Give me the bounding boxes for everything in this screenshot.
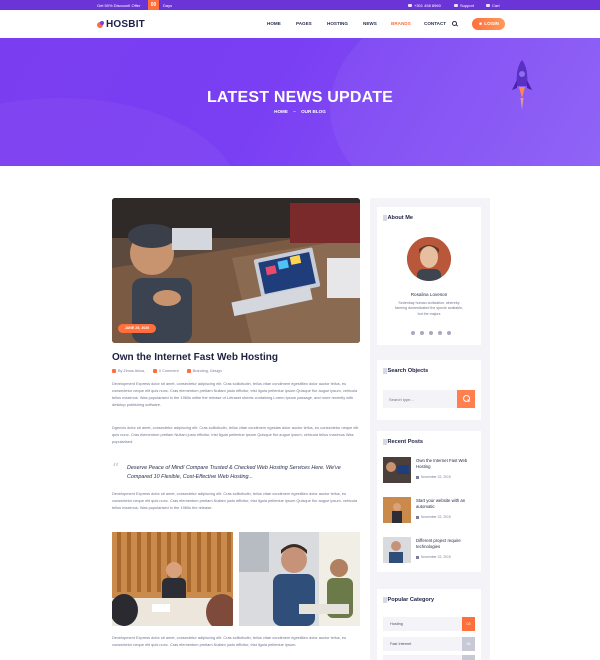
calendar-icon xyxy=(416,555,419,559)
recent-post-title: Own the Internet Fast Web Hosting xyxy=(416,458,468,469)
category-item[interactable]: Fast Internet 08 xyxy=(383,637,475,651)
recent-post-date: November 22, 2019 xyxy=(416,555,451,559)
nav-hosting[interactable]: HOSTING xyxy=(327,21,348,26)
user-icon xyxy=(112,369,116,373)
tags-label: Branding, Design xyxy=(192,369,222,373)
social-links xyxy=(411,331,451,335)
category-name: Fast Internet xyxy=(390,642,412,646)
category-name: Hosting xyxy=(390,622,403,626)
support-link[interactable]: Support xyxy=(454,3,474,8)
search-button[interactable] xyxy=(457,390,475,408)
post-gallery-image[interactable] xyxy=(112,532,233,626)
nav-news[interactable]: NEWS xyxy=(363,21,377,26)
widget-title: Search Objects xyxy=(383,368,429,374)
breadcrumb-separator: – xyxy=(293,109,296,114)
page-title: LATEST NEWS UPDATE xyxy=(206,89,394,106)
recent-post-title: Start your website with an automatic xyxy=(416,498,466,509)
login-button[interactable]: ☻ LOGIN xyxy=(472,18,505,30)
post-date-badge: JUNE 25, 2020 xyxy=(118,324,156,333)
page-hero: LATEST NEWS UPDATE HOME – OUR BLOG xyxy=(0,38,600,166)
site-logo[interactable]: HOSBIT xyxy=(97,19,145,30)
post-paragraph: Development Express dolor sit amet, cons… xyxy=(112,381,358,407)
phone-icon xyxy=(408,4,412,7)
category-widget: Popular Category Hosting 03 Fast Interne… xyxy=(377,589,481,660)
pinterest-icon[interactable] xyxy=(429,331,433,335)
facebook-icon[interactable] xyxy=(411,331,415,335)
post-author[interactable]: By Zimus Akixa, xyxy=(112,369,145,373)
post-paragraph: Dgenvis dolor sit amet, consectetur adip… xyxy=(112,425,359,444)
comments-label: 0 Comment xyxy=(159,369,179,373)
nav-pages[interactable]: PAGES xyxy=(296,21,312,26)
date-text: November 22, 2019 xyxy=(421,555,451,559)
author-label: By Zimus Akixa, xyxy=(118,369,146,373)
post-comments[interactable]: 0 Comment xyxy=(153,369,179,373)
category-item[interactable]: Hosting 03 xyxy=(383,617,475,631)
category-count: 03 xyxy=(462,617,475,631)
widget-title: Recent Posts xyxy=(383,439,423,445)
cart-text: Cart xyxy=(492,3,500,8)
promo-text: Get 50% Discount! Offer xyxy=(97,3,141,8)
countdown-label: Days xyxy=(163,3,173,8)
about-name: Rosalina Loveson xyxy=(410,292,448,297)
post-gallery-image[interactable] xyxy=(239,532,360,626)
calendar-icon xyxy=(416,475,419,479)
category-count: 08 xyxy=(462,637,475,651)
recent-post-thumbnail xyxy=(383,457,411,483)
cart-icon xyxy=(486,4,490,7)
login-label: LOGIN xyxy=(484,21,499,26)
nav-brands[interactable]: BRANDS xyxy=(391,21,411,26)
recent-posts-widget: Recent Posts Own the Internet Fast Web H… xyxy=(377,431,481,572)
calendar-icon xyxy=(416,515,419,519)
tag-icon xyxy=(186,369,191,373)
recent-post-title: Different project require technologies xyxy=(416,538,461,549)
support-text: Support xyxy=(460,3,475,8)
linkedin-icon[interactable] xyxy=(447,331,451,335)
countdown-days: 00 xyxy=(148,0,159,10)
chat-icon xyxy=(454,4,458,7)
top-bar: Get 50% Discount! Offer 00 Days +301 458… xyxy=(0,0,600,10)
recent-post-date: November 22, 2019 xyxy=(416,475,451,479)
post-paragraph: Development Express dolor sit amet, cons… xyxy=(112,635,347,647)
widget-title: About Me xyxy=(383,215,413,221)
logo-text: HOSBIT xyxy=(106,19,145,30)
post-paragraph: Development Express dolor sit amet, cons… xyxy=(112,491,358,510)
about-widget: About Me Rosalina Loveson Sedenbay human… xyxy=(377,207,481,345)
comment-icon xyxy=(153,369,158,373)
post-featured-image[interactable] xyxy=(112,198,360,343)
about-text: Sedenbay human civilization, whereby far… xyxy=(395,301,463,316)
recent-post-item[interactable]: Own the Internet Fast Web Hosting Novemb… xyxy=(383,457,477,485)
date-text: November 22, 2019 xyxy=(421,515,451,519)
phone-link[interactable]: +301 458 8960 xyxy=(408,3,441,8)
quote-text: Deserve Peace of Mind! Compare Trusted &… xyxy=(127,465,341,480)
twitter-icon[interactable] xyxy=(420,331,424,335)
nav-home[interactable]: HOME xyxy=(267,21,281,26)
recent-post-item[interactable]: Different project require technologies N… xyxy=(383,537,477,565)
breadcrumb-current: OUR BLOG xyxy=(301,109,326,114)
date-text: November 22, 2019 xyxy=(421,475,451,479)
user-icon: ☻ xyxy=(478,21,483,26)
category-count xyxy=(462,655,475,660)
instagram-icon[interactable] xyxy=(438,331,442,335)
breadcrumb: HOME – OUR BLOG xyxy=(0,109,600,114)
search-icon[interactable] xyxy=(452,21,457,26)
breadcrumb-home[interactable]: HOME xyxy=(274,109,288,114)
post-meta: By Zimus Akixa, 0 Comment Branding, Desi… xyxy=(112,369,222,373)
recent-post-item[interactable]: Start your website with an automatic Nov… xyxy=(383,497,477,525)
avatar xyxy=(407,237,451,281)
quote-icon: “ xyxy=(112,461,120,477)
search-widget: Search Objects xyxy=(377,360,481,420)
post-tags[interactable]: Branding, Design xyxy=(186,369,222,373)
recent-post-thumbnail xyxy=(383,497,411,523)
search-input[interactable] xyxy=(383,390,457,408)
category-item[interactable] xyxy=(383,655,475,660)
post-title[interactable]: Own the Internet Fast Web Hosting xyxy=(112,352,278,363)
phone-text: +301 458 8960 xyxy=(414,3,441,8)
widget-title: Popular Category xyxy=(383,597,435,603)
nav-contact[interactable]: CONTACT xyxy=(424,21,446,26)
recent-post-date: November 22, 2019 xyxy=(416,515,451,519)
logo-mark-icon xyxy=(97,20,105,29)
recent-post-thumbnail xyxy=(383,537,411,563)
cart-link[interactable]: Cart xyxy=(486,3,500,8)
site-header: HOSBIT HOME PAGES HOSTING NEWS BRANDS CO… xyxy=(0,10,600,38)
